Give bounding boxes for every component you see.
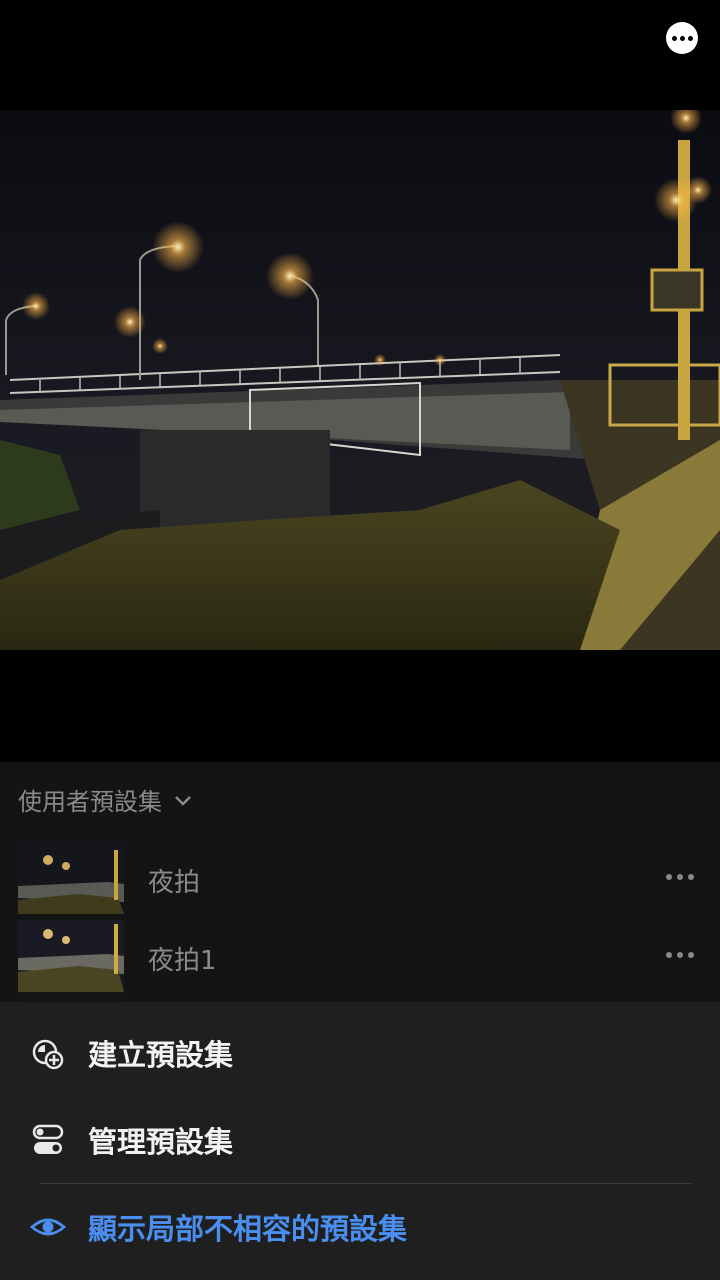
create-preset-icon — [32, 1039, 64, 1070]
photo-bottom-margin — [0, 650, 720, 762]
preset-group-title: 使用者預設集 — [18, 788, 162, 816]
preset-group-selector[interactable]: 使用者預設集 — [18, 782, 194, 817]
ellipsis-circle-icon[interactable] — [666, 22, 698, 54]
create-preset-button[interactable]: 建立預設集 — [0, 1010, 720, 1096]
create-preset-label: 建立預設集 — [88, 1038, 234, 1072]
ellipsis-icon[interactable] — [664, 870, 696, 884]
presets-panel: 使用者預設集 夜拍 夜拍1 — [0, 762, 720, 1002]
manage-presets-label: 管理預設集 — [88, 1125, 234, 1159]
preset-thumbnail — [18, 842, 124, 914]
action-sheet: 建立預設集 管理預設集 顯示局部不相容的預設集 — [0, 1002, 720, 1280]
night-bridge-photo — [0, 110, 720, 650]
preset-thumbnail — [18, 920, 124, 992]
preset-item-1[interactable]: 夜拍1 — [0, 920, 720, 992]
manage-presets-button[interactable]: 管理預設集 — [0, 1097, 720, 1183]
preset-label: 夜拍1 — [148, 946, 217, 976]
photo-preview[interactable] — [0, 110, 720, 650]
show-incompatible-presets-label: 顯示局部不相容的預設集 — [88, 1212, 408, 1246]
chevron-down-icon — [175, 795, 191, 806]
show-incompatible-presets-button[interactable]: 顯示局部不相容的預設集 — [0, 1184, 720, 1270]
preset-item-0[interactable]: 夜拍 — [0, 842, 720, 914]
preset-label: 夜拍 — [148, 868, 201, 898]
eye-icon — [30, 1218, 66, 1236]
ellipsis-icon[interactable] — [664, 948, 696, 962]
toggle-manage-icon — [32, 1124, 64, 1154]
top-bar — [0, 0, 720, 110]
